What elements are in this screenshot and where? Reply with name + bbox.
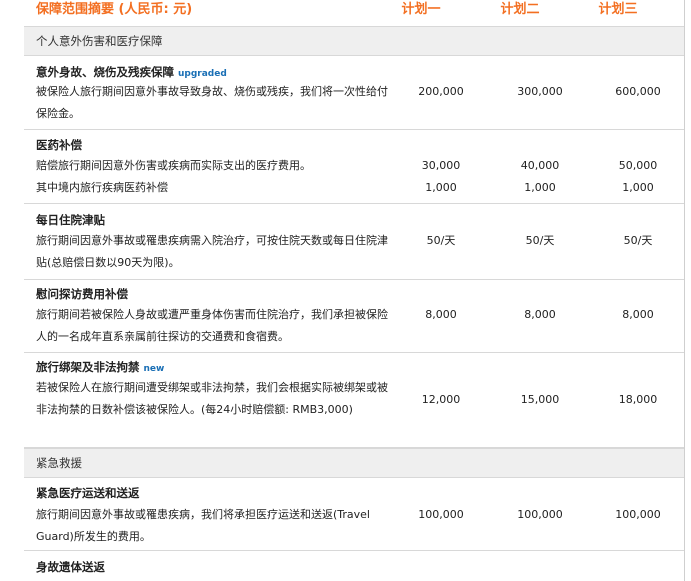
table-title: 保障范围摘要 (人民币: 元) — [36, 2, 193, 17]
row-description: 旅行期间因意外事故或罹患疾病，我们将承担医疗运送和送返(Travel Guard… — [36, 508, 370, 543]
table-row: 紧急医疗运送和送返 旅行期间因意外事故或罹患疾病，我们将承担医疗运送和送返(Tr… — [24, 478, 684, 551]
row-description: 被保险人旅行期间因意外事故导致身故、烧伤或残疾，我们将一次性给付保险金。 — [36, 85, 388, 120]
plan1-value: 50/天 — [426, 234, 456, 247]
section-label: 个人意外伤害和医疗保障 — [36, 34, 163, 48]
right-border — [684, 0, 685, 581]
section-emergency-assistance: 紧急救援 — [24, 448, 684, 478]
plan3-value: 8,000 — [622, 308, 654, 321]
plan2-value: 40,000 — [520, 159, 560, 172]
plan1-value: 200,000 — [418, 85, 464, 98]
section-personal-accident-medical: 个人意外伤害和医疗保障 — [24, 26, 684, 56]
table-row: 医药补偿 赔偿旅行期间因意外伤害或疾病而实际支出的医疗费用。 其中境内旅行疾病医… — [24, 130, 684, 204]
upgraded-tag: upgraded — [178, 69, 227, 79]
table-row: 旅行绑架及非法拘禁 new 若被保险人在旅行期间遭受绑架或非法拘禁，我们会根据实际… — [24, 353, 684, 448]
row-title: 慰问探访费用补偿 — [36, 287, 128, 301]
plan1-value: 100,000 — [418, 508, 464, 521]
table-row: 意外身故、烧伤及残疾保障 upgraded 被保险人旅行期间因意外事故导致身故、烧… — [24, 56, 684, 130]
section-label: 紧急救援 — [36, 456, 82, 470]
plan1-header: 计划一 — [401, 2, 441, 17]
table-row: 慰问探访费用补偿 旅行期间若被保险人身故或遭严重身体伤害而住院治疗，我们承担被保… — [24, 280, 684, 353]
row-description: 旅行期间因意外事故或罹患疾病需入院治疗，可按住院天数或每日住院津贴(总赔偿日数以… — [36, 234, 388, 269]
row-description: 旅行期间若被保险人身故或遭严重身体伤害而住院治疗，我们承担被保险人的一名成年直系… — [36, 308, 388, 343]
plan3-value: 50,000 — [618, 159, 658, 172]
plan3-value: 600,000 — [615, 85, 661, 98]
coverage-summary-page: 保障范围摘要 (人民币: 元) 计划一 计划二 计划三 个人意外伤害和医疗保障 … — [0, 0, 691, 581]
row-title: 意外身故、烧伤及残疾保障 upgraded — [36, 65, 227, 79]
new-tag: new — [143, 364, 165, 374]
plan2-value: 100,000 — [517, 508, 563, 521]
plan3-value: 50/天 — [623, 234, 653, 247]
row-title: 旅行绑架及非法拘禁 new — [36, 360, 165, 374]
plan2-value: 50/天 — [525, 234, 555, 247]
row-description-line1: 赔偿旅行期间因意外伤害或疾病而实际支出的医疗费用。 — [36, 159, 311, 172]
plan2-value: 300,000 — [517, 85, 563, 98]
plan2-value: 8,000 — [524, 308, 556, 321]
plan1-value-domestic: 1,000 — [425, 181, 457, 194]
table-header: 保障范围摘要 (人民币: 元) 计划一 计划二 计划三 — [0, 0, 684, 26]
row-title: 紧急医疗运送和送返 — [36, 486, 140, 500]
row-title: 身故遗体送返 — [36, 560, 105, 574]
plan1-value: 30,000 — [421, 159, 461, 172]
plan1-value: 8,000 — [425, 308, 457, 321]
table-row: 身故遗体送返 — [24, 551, 684, 581]
row-description: 若被保险人在旅行期间遭受绑架或非法拘禁，我们会根据实际被绑架或被非法拘禁的日数补… — [36, 381, 388, 416]
plan2-header: 计划二 — [500, 2, 540, 17]
plan1-value: 12,000 — [421, 393, 461, 406]
row-title: 医药补偿 — [36, 138, 82, 152]
row-title: 每日住院津贴 — [36, 213, 105, 227]
plan3-value: 100,000 — [615, 508, 661, 521]
table-row: 每日住院津贴 旅行期间因意外事故或罹患疾病需入院治疗，可按住院天数或每日住院津贴… — [24, 204, 684, 280]
plan3-value: 18,000 — [618, 393, 658, 406]
plan2-value: 15,000 — [520, 393, 560, 406]
plan3-value-domestic: 1,000 — [622, 181, 654, 194]
row-description-line2: 其中境内旅行疾病医药补偿 — [36, 181, 168, 194]
plan2-value-domestic: 1,000 — [524, 181, 556, 194]
plan3-header: 计划三 — [598, 2, 638, 17]
